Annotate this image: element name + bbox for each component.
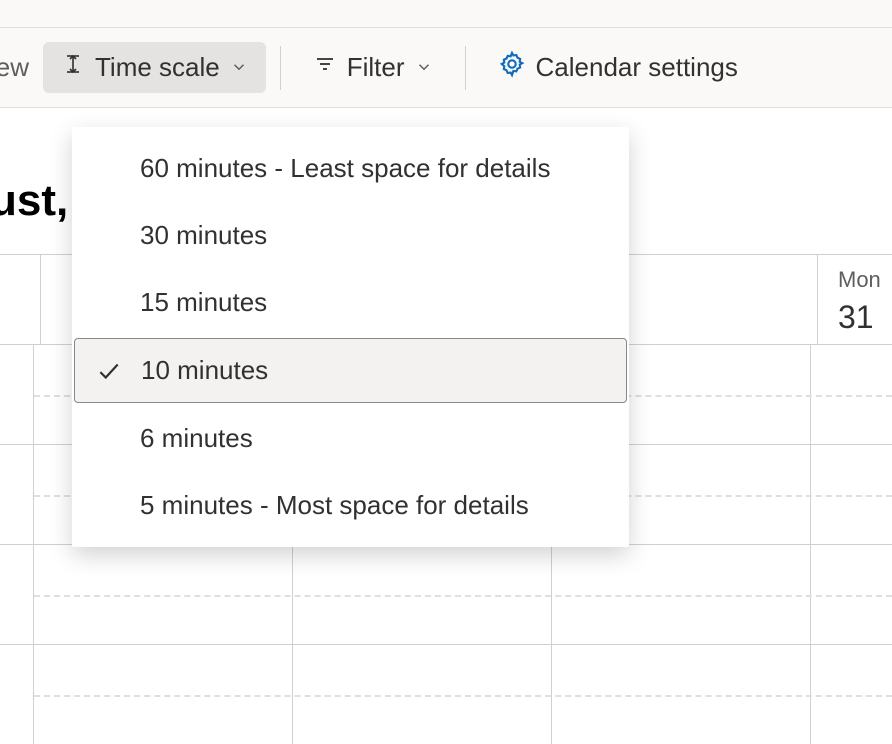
grid-cell[interactable] <box>811 345 892 444</box>
time-scale-button[interactable]: Time scale <box>43 42 266 93</box>
dropdown-label: 15 minutes <box>140 287 607 318</box>
time-scale-icon <box>61 52 85 83</box>
grid-cell[interactable] <box>293 545 552 644</box>
time-row[interactable] <box>0 644 892 744</box>
grid-cell[interactable] <box>34 545 293 644</box>
day-name: Mon <box>838 267 879 293</box>
time-scale-option-60[interactable]: 60 minutes - Least space for details <box>72 135 629 202</box>
time-scale-label: Time scale <box>95 52 220 83</box>
day-header-cell[interactable]: Mon 31 <box>818 255 892 344</box>
calendar-settings-button[interactable]: Calendar settings <box>480 40 756 95</box>
gear-icon <box>498 50 526 85</box>
time-scale-option-6[interactable]: 6 minutes <box>72 405 629 472</box>
dropdown-label: 10 minutes <box>141 355 606 386</box>
time-scale-option-5[interactable]: 5 minutes - Most space for details <box>72 472 629 539</box>
grid-cell <box>0 645 34 744</box>
grid-cell <box>0 545 34 644</box>
dropdown-label: 30 minutes <box>140 220 607 251</box>
chevron-down-icon <box>415 52 433 83</box>
filter-label: Filter <box>347 52 405 83</box>
time-scale-option-30[interactable]: 30 minutes <box>72 202 629 269</box>
filter-button[interactable]: Filter <box>295 42 451 93</box>
filter-icon <box>313 52 337 83</box>
app-top-strip <box>0 0 892 28</box>
toolbar-divider <box>280 46 281 90</box>
chevron-down-icon <box>230 52 248 83</box>
day-number: 31 <box>838 299 879 336</box>
grid-cell[interactable] <box>34 645 293 744</box>
grid-cell[interactable] <box>811 445 892 544</box>
dropdown-label: 5 minutes - Most space for details <box>140 490 607 521</box>
dropdown-label: 60 minutes - Least space for details <box>140 153 607 184</box>
grid-cell[interactable] <box>811 645 892 744</box>
time-scale-option-15[interactable]: 15 minutes <box>72 269 629 336</box>
calendar-toolbar: iew Time scale Filter <box>0 28 892 108</box>
grid-cell[interactable] <box>552 545 811 644</box>
time-scale-dropdown: 60 minutes - Least space for details 30 … <box>72 127 629 547</box>
grid-cell[interactable] <box>552 645 811 744</box>
grid-cell[interactable] <box>811 545 892 644</box>
toolbar-cutoff-text: iew <box>0 52 43 83</box>
page-title-fragment: ust, <box>0 176 68 226</box>
day-header-gutter <box>0 255 41 344</box>
time-row[interactable] <box>0 544 892 644</box>
time-scale-option-10[interactable]: 10 minutes <box>74 338 627 403</box>
calendar-settings-label: Calendar settings <box>536 52 738 83</box>
dropdown-label: 6 minutes <box>140 423 607 454</box>
grid-cell[interactable] <box>293 645 552 744</box>
grid-cell <box>0 445 34 544</box>
check-icon <box>95 358 123 384</box>
grid-cell <box>0 345 34 444</box>
toolbar-divider <box>465 46 466 90</box>
